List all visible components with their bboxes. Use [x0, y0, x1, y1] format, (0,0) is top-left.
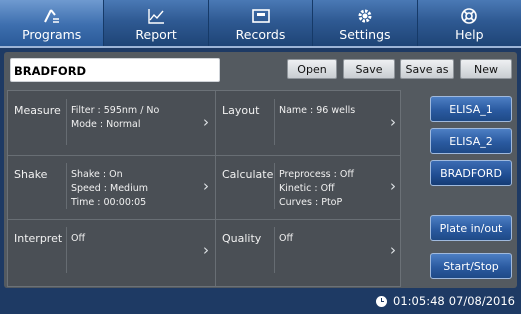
layout-name: Name : 96 wells [279, 105, 356, 116]
chevron-right-icon: › [203, 241, 209, 259]
program-bradford-button[interactable]: BRADFORD [430, 160, 512, 186]
separator [66, 227, 67, 273]
chevron-right-icon: › [390, 241, 396, 259]
measure-filter: Filter : 595nm / No [71, 105, 160, 116]
calculate-label: Calculate [222, 168, 274, 181]
tab-settings-label: Settings [339, 27, 391, 42]
program-elisa-2-button[interactable]: ELISA_2 [430, 128, 512, 154]
separator [274, 163, 275, 209]
layout-setting[interactable]: Layout Name : 96 wells › [216, 91, 402, 155]
calculate-setting[interactable]: Calculate Preprocess : Off Kinetic : Off… [216, 155, 402, 219]
separator [66, 163, 67, 209]
chevron-right-icon: › [390, 177, 396, 195]
tab-report-label: Report [135, 27, 177, 42]
start-stop-button[interactable]: Start/Stop [430, 253, 512, 279]
program-elisa-1-button[interactable]: ELISA_1 [430, 96, 512, 122]
layout-label: Layout [222, 104, 260, 117]
tab-report[interactable]: Report [104, 0, 209, 46]
parameter-panel: Measure Filter : 595nm / No Mode : Norma… [7, 90, 401, 287]
status-bar: 01:05:48 07/08/2016 [0, 288, 521, 314]
quality-label: Quality [222, 232, 262, 245]
calculate-kinetic: Kinetic : Off [279, 183, 335, 194]
chevron-right-icon: › [390, 113, 396, 131]
measure-mode: Mode : Normal [71, 119, 141, 130]
lifebuoy-icon [461, 8, 478, 24]
gear-icon [358, 9, 372, 23]
interpret-label: Interpret [14, 232, 63, 245]
separator [274, 99, 275, 145]
clock-icon [376, 295, 388, 307]
quality-setting[interactable]: Quality Off › [216, 219, 402, 283]
shake-setting[interactable]: Shake Shake : On Speed : Medium Time : 0… [8, 155, 215, 219]
interpret-setting[interactable]: Interpret Off › [8, 219, 215, 283]
plate-in-out-button[interactable]: Plate in/out [430, 215, 512, 241]
main-nav: Programs Report Records Settings Help [0, 0, 521, 48]
save-as-button[interactable]: Save as [400, 59, 454, 79]
programs-icon [43, 9, 59, 23]
shake-time: Time : 00:00:05 [71, 197, 147, 208]
status-time: 01:05:48 [393, 294, 445, 308]
open-button[interactable]: Open [287, 59, 337, 79]
separator [66, 99, 67, 145]
tab-settings[interactable]: Settings [313, 0, 418, 46]
tab-programs[interactable]: Programs [0, 0, 105, 46]
chart-icon [148, 9, 165, 24]
shake-state: Shake : On [71, 169, 123, 180]
program-name-field[interactable]: BRADFORD [10, 58, 220, 82]
quality-value: Off [279, 233, 294, 244]
tab-programs-label: Programs [22, 27, 82, 42]
new-button[interactable]: New [460, 59, 512, 79]
separator [274, 227, 275, 273]
measure-label: Measure [14, 104, 61, 117]
tab-records[interactable]: Records [209, 0, 314, 46]
program-editor: BRADFORD Open Save Save as New Measure F… [4, 52, 517, 288]
chevron-right-icon: › [203, 113, 209, 131]
measure-setting[interactable]: Measure Filter : 595nm / No Mode : Norma… [8, 91, 215, 155]
tab-records-label: Records [235, 27, 286, 42]
save-button[interactable]: Save [343, 59, 395, 79]
tab-help[interactable]: Help [418, 0, 521, 46]
interpret-value: Off [71, 233, 86, 244]
records-icon [251, 9, 270, 23]
shake-label: Shake [14, 168, 48, 181]
shake-speed: Speed : Medium [71, 183, 149, 194]
status-date: 07/08/2016 [448, 294, 515, 308]
tab-help-label: Help [455, 27, 484, 42]
calculate-preprocess: Preprocess : Off [279, 169, 354, 180]
calculate-curves: Curves : PtoP [279, 197, 343, 208]
chevron-right-icon: › [203, 177, 209, 195]
